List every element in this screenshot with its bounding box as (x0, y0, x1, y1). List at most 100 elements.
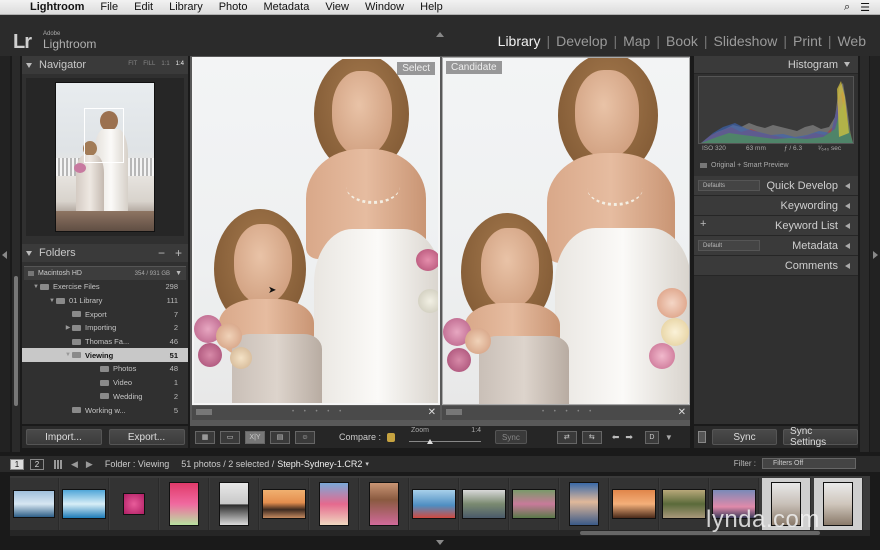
module-slideshow[interactable]: Slideshow (708, 33, 784, 49)
rating-stars[interactable]: • • • • • (292, 409, 345, 415)
module-library[interactable]: Library (492, 33, 547, 49)
rating-stars[interactable]: • • • • • (542, 409, 595, 415)
spotlight-search-icon[interactable]: ⌕ (844, 1, 850, 14)
filmstrip-thumb[interactable] (10, 478, 59, 530)
flag-icon[interactable] (196, 409, 212, 415)
zoom-slider[interactable]: Zoom 1:4 (405, 427, 485, 447)
sync-zoom-button[interactable]: Sync (495, 430, 527, 444)
expand-triangle-icon[interactable] (845, 242, 850, 249)
filmstrip-thumb[interactable] (660, 478, 709, 530)
left-panel-toggle-icon[interactable] (2, 251, 7, 259)
expand-triangle-icon[interactable] (845, 182, 850, 189)
add-folder-button[interactable]: + (175, 246, 182, 260)
menu-library[interactable]: Library (161, 1, 211, 13)
navigator-photo[interactable] (55, 82, 155, 232)
module-book[interactable]: Book (660, 33, 704, 49)
folder-row-video[interactable]: Video 1 (22, 376, 188, 390)
filmstrip-thumb[interactable] (210, 478, 259, 530)
filename-dropdown-icon[interactable]: ▾ (365, 460, 369, 468)
compare-view-button[interactable]: X|Y (245, 430, 265, 444)
next-photo-icon[interactable]: ➡ (625, 432, 633, 443)
filmstrip-thumb[interactable] (460, 478, 509, 530)
navigator-header[interactable]: Navigator FIT FILL 1:1 1:4 (22, 56, 188, 74)
grid-view-icon[interactable]: ▦ (195, 430, 215, 444)
remove-folder-button[interactable]: − (158, 246, 165, 260)
expand-triangle-icon[interactable]: ▼ (64, 352, 72, 358)
notification-list-icon[interactable]: ☰ (860, 1, 870, 14)
auto-sync-switch[interactable] (698, 431, 706, 443)
scrollbar-thumb[interactable] (14, 276, 18, 406)
volume-macintosh-hd[interactable]: Macintosh HD 354 / 931 GB ▼ (24, 266, 186, 280)
menu-view[interactable]: View (317, 1, 357, 13)
module-print[interactable]: Print (787, 33, 828, 49)
metadata-preset[interactable]: Default (698, 240, 760, 251)
filmstrip-toggle-icon[interactable] (436, 540, 444, 545)
navigator-view-rectangle[interactable] (84, 108, 124, 163)
navigator-preview[interactable] (26, 78, 184, 236)
toolbar-menu-icon[interactable]: ▼ (665, 433, 673, 442)
filmstrip-filename[interactable]: Steph-Sydney-1.CR2 (277, 459, 362, 469)
zoom-fill[interactable]: FILL (143, 61, 155, 67)
folder-row-exercise-files[interactable]: ▼ Exercise Files 298 (22, 280, 188, 294)
collapse-triangle-icon[interactable] (26, 250, 32, 256)
filmstrip-thumb[interactable] (360, 478, 409, 530)
grid-icon[interactable] (54, 459, 63, 469)
filmstrip-thumb[interactable] (260, 478, 309, 530)
module-web[interactable]: Web (831, 33, 872, 49)
filmstrip-thumb[interactable] (560, 478, 609, 530)
menu-photo[interactable]: Photo (211, 1, 256, 13)
expand-triangle-icon[interactable]: ▼ (48, 298, 56, 304)
volume-collapse-icon[interactable]: ▼ (175, 270, 182, 277)
collapse-triangle-icon[interactable] (26, 62, 32, 68)
keyword-list-header[interactable]: + Keyword List (694, 216, 858, 236)
menu-help[interactable]: Help (412, 1, 451, 13)
folder-row-wedding[interactable]: Wedding 2 (22, 390, 188, 404)
flag-icon[interactable] (446, 409, 462, 415)
add-keyword-button[interactable]: + (700, 218, 706, 230)
right-panel-scrollbar[interactable] (860, 56, 869, 452)
loupe-view-icon[interactable]: ▭ (220, 430, 240, 444)
sync-button[interactable]: Sync (711, 429, 778, 445)
filmstrip-thumb[interactable] (160, 478, 209, 530)
menu-edit[interactable]: Edit (126, 1, 161, 13)
filmstrip-source[interactable]: Folder : Viewing (105, 459, 169, 469)
expand-triangle-icon[interactable]: ▼ (32, 284, 40, 290)
forward-arrow-icon[interactable]: ▶ (86, 459, 93, 470)
menu-app[interactable]: Lightroom (26, 1, 92, 13)
swap-icon[interactable]: ⇄ (556, 430, 577, 444)
filmstrip-thumb[interactable] (310, 478, 359, 530)
survey-view-icon[interactable]: ▤ (270, 430, 290, 444)
folder-row-importing[interactable]: ▶ Importing 2 (22, 321, 188, 335)
primary-display-button[interactable]: 1 (10, 458, 24, 470)
folder-row-viewing[interactable]: ▼ Viewing 51 (22, 348, 188, 363)
menu-file[interactable]: File (92, 1, 126, 13)
quick-develop-preset[interactable]: Defaults (698, 180, 760, 191)
back-arrow-icon[interactable]: ◀ (71, 459, 78, 470)
histogram-graph[interactable] (698, 76, 854, 144)
expand-triangle-icon[interactable] (845, 222, 850, 229)
filmstrip-thumb[interactable] (510, 478, 559, 530)
make-select-icon[interactable]: ⇆ (581, 430, 602, 444)
folders-header[interactable]: Folders − + (22, 244, 188, 262)
expand-triangle-icon[interactable] (845, 202, 850, 209)
left-panel-scrollbar[interactable] (12, 56, 20, 452)
filmstrip-thumb[interactable] (610, 478, 659, 530)
right-panel-toggle-icon[interactable] (873, 251, 878, 259)
folder-row-export[interactable]: Export 7 (22, 307, 188, 321)
candidate-photo[interactable]: Candidate (442, 57, 690, 405)
secondary-display-button[interactable]: 2 (30, 458, 44, 470)
expand-triangle-icon[interactable]: ▶ (64, 324, 72, 331)
folder-row-working[interactable]: Working w... 5 (22, 403, 188, 417)
zoom-1-4[interactable]: 1:4 (176, 61, 184, 67)
filmstrip-thumb[interactable] (410, 478, 459, 530)
metadata-header[interactable]: Default Metadata (694, 236, 858, 256)
smart-preview-status[interactable]: Original + Smart Preview (700, 162, 789, 169)
menu-metadata[interactable]: Metadata (255, 1, 317, 13)
keywording-header[interactable]: Keywording (694, 196, 858, 216)
done-button[interactable]: D (644, 430, 659, 444)
people-view-icon[interactable]: ☺ (295, 430, 315, 444)
collapse-triangle-icon[interactable] (844, 62, 850, 67)
close-candidate-icon[interactable]: ✕ (678, 407, 686, 418)
zoom-1-1[interactable]: 1:1 (161, 61, 169, 67)
filmstrip-thumb[interactable] (110, 478, 159, 530)
